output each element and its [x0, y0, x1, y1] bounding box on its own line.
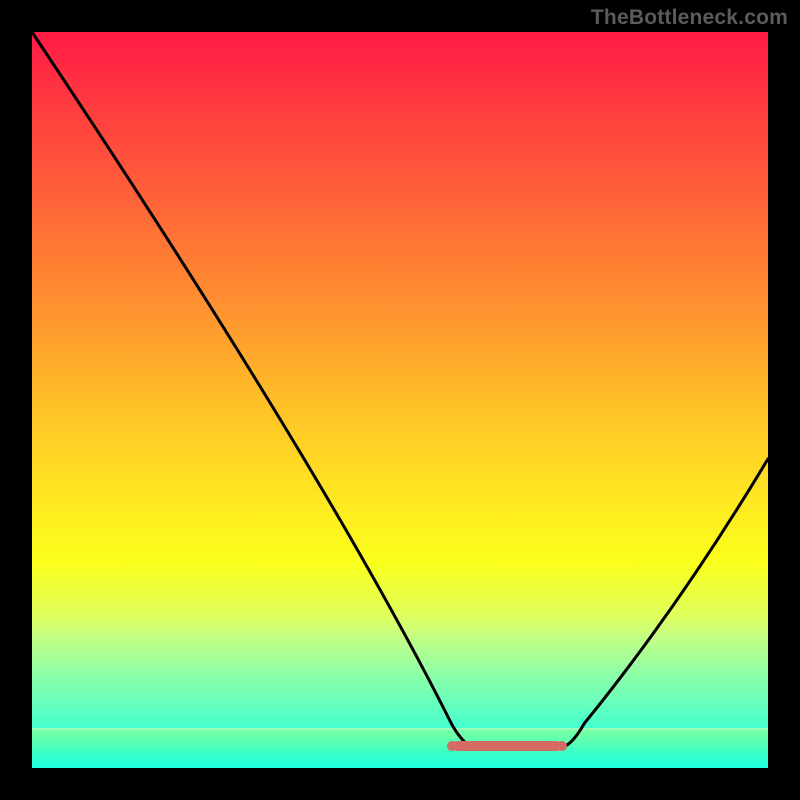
flat-region-end-marker	[557, 741, 567, 751]
watermark-text: TheBottleneck.com	[591, 6, 788, 30]
plot-area	[32, 32, 768, 768]
chart-container: TheBottleneck.com	[0, 0, 800, 800]
chart-curve	[32, 32, 768, 768]
flat-region-track	[452, 741, 562, 751]
